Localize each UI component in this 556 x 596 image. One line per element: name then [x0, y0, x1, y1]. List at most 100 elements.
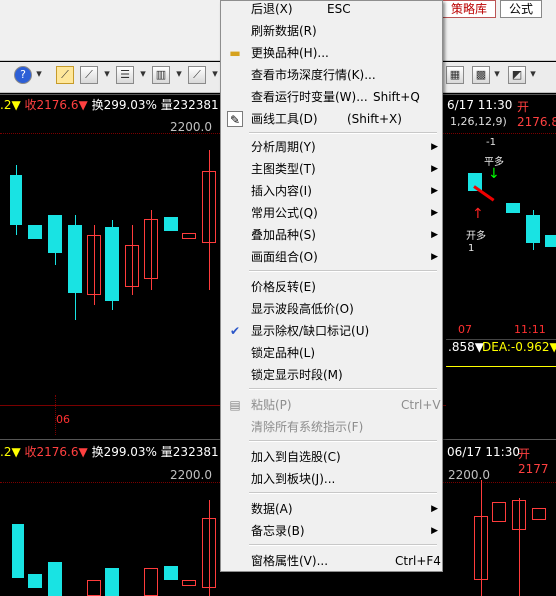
dea-line	[446, 366, 556, 367]
annotation-one: 1	[468, 243, 475, 254]
bear-candle	[526, 215, 540, 243]
macd-pane: .858▼ DEA:-0.962▼	[446, 339, 556, 440]
menu-item-data[interactable]: 数据(A) ▶	[223, 498, 440, 520]
turnover: 换299.03%	[91, 445, 157, 459]
menu-item-layout-combo[interactable]: 画面组合(O) ▶	[223, 246, 440, 268]
folder-icon: ▬	[229, 46, 241, 60]
menu-item-add-watchlist[interactable]: 加入到自选股(C)	[223, 446, 440, 468]
submenu-arrow-icon: ▶	[431, 504, 438, 514]
bear-candle	[12, 524, 24, 578]
volume: 量232381	[160, 445, 219, 459]
menu-separator	[249, 270, 437, 272]
open-price: 开2177	[518, 447, 549, 476]
bear-candle	[48, 562, 62, 596]
menu-item-price-invert[interactable]: 价格反转(E)	[223, 276, 440, 298]
menu-shortcut: Ctrl+V	[401, 398, 441, 412]
menu-separator	[249, 440, 437, 442]
menu-item-show-ex-rights[interactable]: ✔ 显示除权/缺口标记(U)	[223, 320, 440, 342]
menu-item-pane-properties[interactable]: 窗格属性(V)... Ctrl+F4	[223, 550, 441, 572]
indicator-icon[interactable]: ⟋	[188, 66, 206, 84]
menu-item-drawing-tools[interactable]: ✎ 画线工具(D) (Shift+X)	[223, 108, 440, 130]
chevron-down-icon[interactable]: ▾	[34, 66, 44, 84]
menu-shortcut: Ctrl+F4	[395, 554, 441, 568]
menu-item-clear-indicators[interactable]: 清除所有系统指示(F)	[223, 416, 440, 438]
menu-item-analysis-period[interactable]: 分析周期(Y) ▶	[223, 136, 440, 158]
menu-item-back[interactable]: 后退(X) ESC	[223, 0, 440, 20]
turnover: 换299.03%	[91, 98, 157, 112]
info-prefix: .2▼	[0, 98, 21, 112]
menu-item-change-symbol[interactable]: ▬ 更换品种(H)...	[223, 42, 440, 64]
grid-color-icon[interactable]: ▦	[446, 66, 464, 84]
annotation-kai-duo: 开多	[466, 231, 486, 242]
chevron-down-icon[interactable]: ▾	[210, 66, 220, 84]
palette-icon[interactable]: ▩	[472, 66, 490, 84]
bull-candle	[144, 568, 158, 596]
menu-item-show-swing-hilo[interactable]: 显示波段高低价(O)	[223, 298, 440, 320]
checkmark-icon: ✔	[229, 324, 241, 338]
menu-item-main-chart-type[interactable]: 主图类型(T) ▶	[223, 158, 440, 180]
chevron-down-icon[interactable]: ▾	[102, 66, 112, 84]
bear-candle	[68, 225, 82, 293]
time-label: 11:11	[514, 323, 546, 336]
submenu-arrow-icon: ▶	[431, 186, 438, 196]
bear-candle	[105, 568, 119, 596]
help-icon[interactable]: ?	[14, 66, 32, 84]
draw-line-icon[interactable]: ⟋	[56, 66, 74, 84]
menu-separator	[249, 388, 437, 390]
open-price: 开2176.8	[517, 100, 556, 129]
bear-candle	[506, 203, 520, 213]
menu-separator	[249, 492, 437, 494]
menu-item-add-to-block[interactable]: 加入到板块(J)...	[223, 468, 440, 490]
chart-context-menu: 后退(X) ESC 刷新数据(R) ▬ 更换品种(H)... 查看市场深度行情(…	[220, 0, 443, 572]
bull-candle	[182, 233, 196, 239]
formula-button[interactable]: 公式	[500, 0, 543, 18]
time-label: 07	[458, 323, 472, 336]
strategy-library-button[interactable]: 策略库	[442, 0, 497, 18]
menu-shortcut: (Shift+X)	[347, 112, 402, 126]
submenu-arrow-icon: ▶	[431, 208, 438, 218]
signal-line	[473, 185, 495, 202]
submenu-arrow-icon: ▶	[431, 230, 438, 240]
menu-item-lock-symbol[interactable]: 锁定品种(L)	[223, 342, 440, 364]
submenu-arrow-icon: ▶	[431, 164, 438, 174]
settings-icon[interactable]: ◩	[508, 66, 526, 84]
price-label: 2200.0	[170, 468, 212, 482]
bar-chart-icon[interactable]: ▥	[152, 66, 170, 84]
bull-candle	[202, 518, 216, 588]
chevron-down-icon[interactable]: ▾	[492, 66, 502, 84]
bear-candle	[28, 225, 42, 239]
bull-candle	[512, 500, 526, 530]
menu-item-refresh[interactable]: 刷新数据(R)	[223, 20, 440, 42]
bull-candle	[144, 219, 158, 279]
bear-candle	[10, 175, 22, 225]
bull-candle	[87, 580, 101, 596]
paste-icon: ▤	[229, 398, 241, 412]
dea-value: DEA:-0.962▼	[482, 340, 556, 354]
chevron-down-icon[interactable]: ▾	[138, 66, 148, 84]
volume: 量232381	[160, 98, 219, 112]
menu-item-insert-content[interactable]: 插入内容(I) ▶	[223, 180, 440, 202]
menu-item-common-formulas[interactable]: 常用公式(Q) ▶	[223, 202, 440, 224]
menu-shortcut: Shift+Q	[373, 90, 420, 104]
bull-candle	[202, 171, 216, 243]
list-icon[interactable]: ☰	[116, 66, 134, 84]
menu-item-runtime-vars[interactable]: 查看运行时变量(W)... Shift+Q	[223, 86, 440, 108]
menu-item-overlay-symbol[interactable]: 叠加品种(S) ▶	[223, 224, 440, 246]
menu-separator	[249, 544, 437, 546]
price-label: 2200.0	[448, 468, 490, 482]
menu-item-lock-period[interactable]: 锁定显示时段(M)	[223, 364, 440, 386]
chevron-down-icon[interactable]: ▾	[528, 66, 538, 84]
date-label: 06	[56, 413, 70, 426]
bear-candle	[164, 566, 178, 580]
bull-candle	[532, 508, 546, 520]
chevron-down-icon[interactable]: ▾	[174, 66, 184, 84]
menu-item-market-depth[interactable]: 查看市场深度行情(K)...	[223, 64, 440, 86]
right-time: 6/17 11:30	[447, 98, 513, 112]
menu-item-memo[interactable]: 备忘录(B) ▶	[223, 520, 440, 542]
close-price: 收2176.6▼	[24, 98, 88, 112]
bull-candle	[125, 245, 139, 287]
trend-line-icon[interactable]: ⟋	[80, 66, 98, 84]
menu-item-paste[interactable]: ▤ 粘贴(P) Ctrl+V	[223, 394, 440, 416]
submenu-arrow-icon: ▶	[431, 526, 438, 536]
bull-candle	[87, 235, 101, 295]
